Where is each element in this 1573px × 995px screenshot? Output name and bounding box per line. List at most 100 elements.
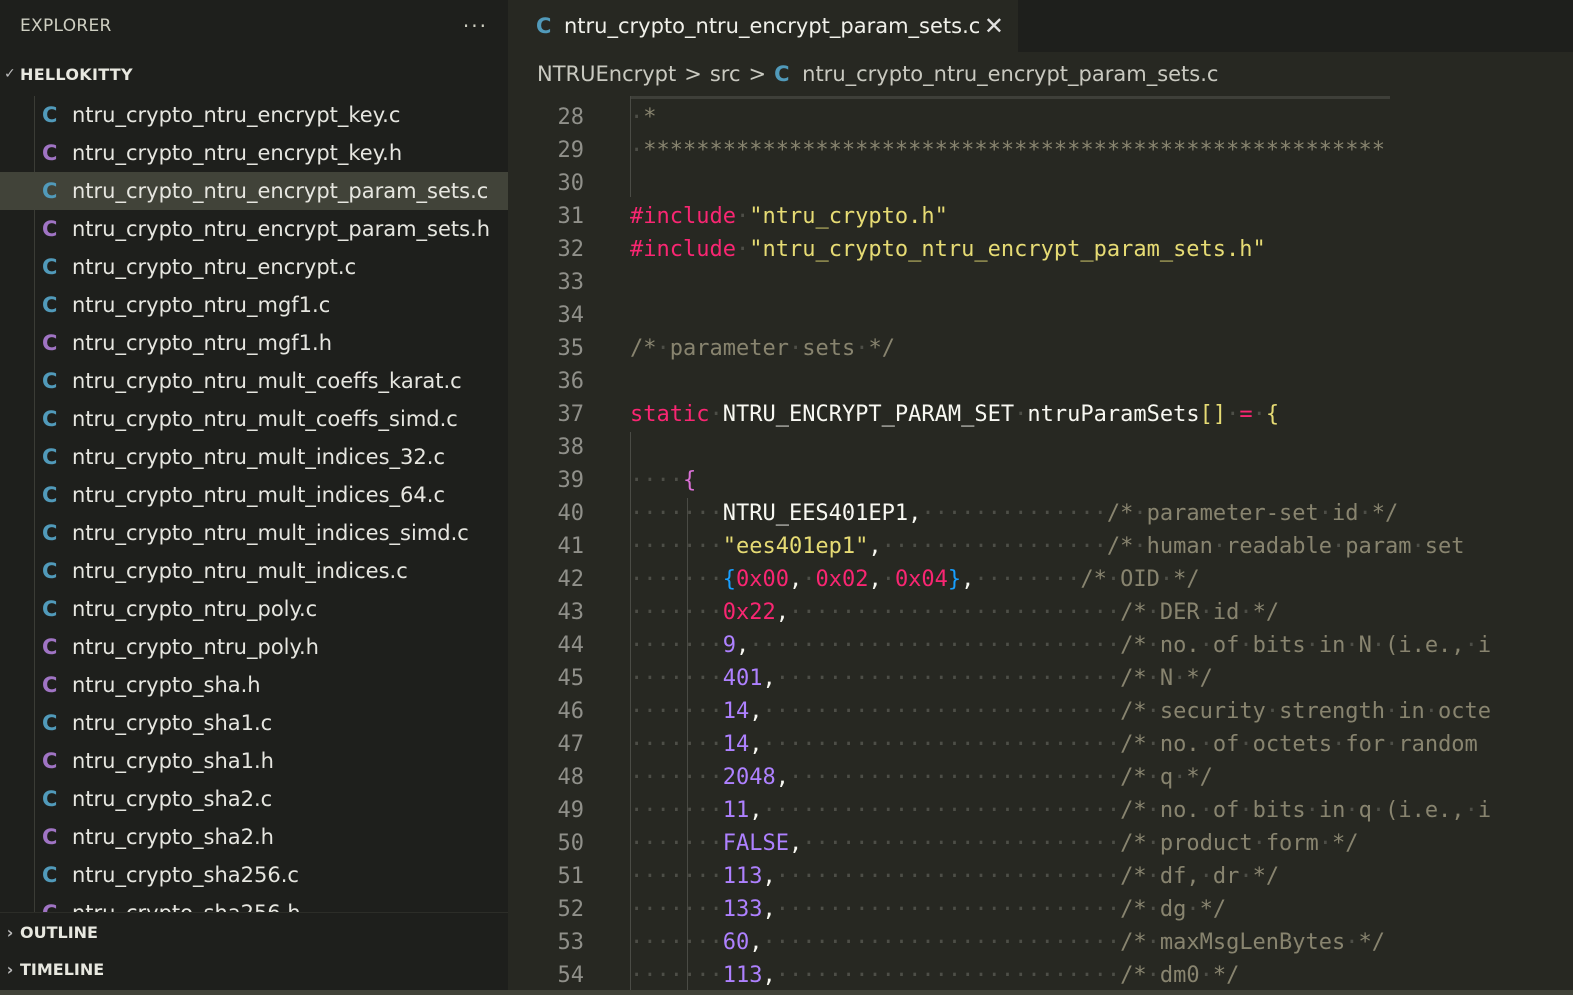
file-item[interactable]: Cntru_crypto_sha256.c <box>0 856 508 894</box>
breadcrumb-item-file[interactable]: ntru_crypto_ntru_encrypt_param_sets.c <box>802 62 1218 86</box>
file-item[interactable]: Cntru_crypto_sha.h <box>0 666 508 704</box>
code-line[interactable]: 37 static·NTRU_ENCRYPT_PARAM_SET·ntruPara… <box>508 398 1573 431</box>
line-number: 31 <box>557 204 585 229</box>
file-item[interactable]: Cntru_crypto_sha1.h <box>0 742 508 780</box>
code-line[interactable]: 47 ·······14,···························/… <box>508 728 1573 761</box>
file-item[interactable]: Cntru_crypto_ntru_encrypt_param_sets.h <box>0 210 508 248</box>
code-token: OID <box>1120 567 1160 592</box>
code-token: , <box>735 633 750 658</box>
line-number: 35 <box>557 336 585 361</box>
c-file-icon: C <box>42 445 58 469</box>
timeline-section[interactable]: › TIMELINE <box>0 950 508 988</box>
code-token: */ <box>1358 930 1386 955</box>
code-line[interactable]: 32 #include·"ntru_crypto_ntru_encrypt_par… <box>508 233 1573 266</box>
workspace-section-header[interactable]: ✓ HELLOKITTY <box>0 52 508 96</box>
code-token: /* <box>1080 567 1107 592</box>
file-item[interactable]: Cntru_crypto_ntru_poly.c <box>0 590 508 628</box>
code-token: DER <box>1159 600 1200 625</box>
code-line[interactable]: 28 ·* <box>508 101 1573 134</box>
code-token: NTRU_EES401EP1, <box>722 501 922 526</box>
code-token: ······· <box>630 765 723 790</box>
code-line[interactable]: 36 <box>508 365 1573 398</box>
file-item[interactable]: Cntru_crypto_ntru_mgf1.h <box>0 324 508 362</box>
explorer-sidebar: EXPLORER ··· ✓ HELLOKITTY Cntru_crypto_n… <box>0 0 508 990</box>
code-text: static·NTRU_ENCRYPT_PARAM_SET·ntruParamS… <box>630 398 1279 431</box>
code-token: /* <box>1106 534 1134 559</box>
file-item[interactable]: Cntru_crypto_ntru_mult_coeffs_karat.c <box>0 362 508 400</box>
code-line[interactable]: 50 ·······FALSE,························/… <box>508 827 1573 860</box>
code-token: · <box>1252 831 1266 856</box>
code-token: · <box>1146 765 1160 790</box>
file-item[interactable]: Cntru_crypto_ntru_encrypt_key.h <box>0 134 508 172</box>
code-line[interactable]: 38 <box>508 431 1573 464</box>
code-token: · <box>1014 402 1028 427</box>
code-line[interactable]: 44 ·······9,····························/… <box>508 629 1573 662</box>
code-token: · <box>1146 798 1160 823</box>
file-item[interactable]: Cntru_crypto_ntru_encrypt.c <box>0 248 508 286</box>
code-token: , <box>788 831 803 856</box>
code-token: /* <box>1120 930 1147 955</box>
tab-label: ntru_crypto_ntru_encrypt_param_sets.c <box>564 14 981 38</box>
file-item[interactable]: Cntru_crypto_sha256.h <box>0 894 508 912</box>
code-line[interactable]: 51 ·······113,··························/… <box>508 860 1573 893</box>
code-line[interactable]: 29 ·*************************************… <box>508 134 1573 167</box>
code-token: ·························· <box>775 666 1121 691</box>
code-line[interactable]: 49 ·······11,···························/… <box>508 794 1573 827</box>
code-line[interactable]: 42 ·······{0x00,·0x02,·0x04},········/*·O… <box>508 563 1573 596</box>
code-line[interactable]: 35 /*·parameter·sets·*/ <box>508 332 1573 365</box>
breadcrumb-item-ntruencrypt[interactable]: NTRUEncrypt <box>537 62 676 86</box>
outline-section[interactable]: › OUTLINE <box>0 912 508 951</box>
code-line[interactable]: 40 ·······NTRU_EES401EP1,··············/*… <box>508 497 1573 530</box>
code-token: { <box>1265 402 1280 427</box>
code-editor[interactable]: 28 ·* 29 ·*********************************… <box>508 96 1573 990</box>
file-item[interactable]: Cntru_crypto_ntru_mult_indices.c <box>0 552 508 590</box>
code-line[interactable]: 54 ·······113,··························/… <box>508 959 1573 990</box>
code-text: /*·parameter·sets·*/ <box>630 332 895 365</box>
file-item[interactable]: Cntru_crypto_sha2.h <box>0 818 508 856</box>
close-icon[interactable]: ✕ <box>984 12 1004 40</box>
file-name: ntru_crypto_sha256.c <box>72 863 299 887</box>
code-token: ······· <box>630 534 723 559</box>
code-text: ·······NTRU_EES401EP1,··············/*·p… <box>630 497 1398 530</box>
file-item[interactable]: Cntru_crypto_sha1.c <box>0 704 508 742</box>
code-line[interactable]: 34 <box>508 299 1573 332</box>
code-token: · <box>1146 732 1160 757</box>
code-token: id <box>1212 600 1240 625</box>
breadcrumb-item-src[interactable]: src <box>710 62 741 86</box>
code-line[interactable]: 30 <box>508 167 1573 200</box>
line-number: 46 <box>557 699 585 724</box>
file-item[interactable]: Cntru_crypto_sha2.c <box>0 780 508 818</box>
code-line[interactable]: 39 ····{ <box>508 464 1573 497</box>
code-token: ······· <box>630 798 723 823</box>
code-line[interactable]: 48 ·······2048,·························/… <box>508 761 1573 794</box>
code-token: bits <box>1252 633 1306 658</box>
code-line[interactable]: 31 #include·"ntru_crypto.h" <box>508 200 1573 233</box>
line-number: 50 <box>557 831 585 856</box>
file-name: ntru_crypto_ntru_poly.c <box>72 597 318 621</box>
tab-param-sets-c[interactable]: C ntru_crypto_ntru_encrypt_param_sets.c … <box>508 0 1018 52</box>
code-text: #include·"ntru_crypto.h" <box>630 200 948 233</box>
c-file-icon: C <box>42 103 58 127</box>
file-item[interactable]: Cntru_crypto_ntru_mult_indices_simd.c <box>0 514 508 552</box>
code-token: · <box>1345 798 1359 823</box>
code-token: · <box>1358 501 1372 526</box>
file-item[interactable]: Cntru_crypto_ntru_mult_indices_32.c <box>0 438 508 476</box>
code-line[interactable]: 52 ·······133,··························/… <box>508 893 1573 926</box>
file-item[interactable]: Cntru_crypto_ntru_mgf1.c <box>0 286 508 324</box>
code-token: ······· <box>630 963 723 988</box>
code-token: /* <box>1120 897 1147 922</box>
more-actions-icon[interactable]: ··· <box>463 14 488 38</box>
file-item[interactable]: Cntru_crypto_ntru_mult_indices_64.c <box>0 476 508 514</box>
code-line[interactable]: 46 ·······14,···························/… <box>508 695 1573 728</box>
file-item[interactable]: Cntru_crypto_ntru_poly.h <box>0 628 508 666</box>
code-token: = <box>1239 402 1253 427</box>
file-item[interactable]: Cntru_crypto_ntru_mult_coeffs_simd.c <box>0 400 508 438</box>
code-token: · <box>1239 600 1253 625</box>
code-line[interactable]: 43 ·······0x22,·························/… <box>508 596 1573 629</box>
code-line[interactable]: 41 ·······"ees401ep1",·················/*… <box>508 530 1573 563</box>
code-line[interactable]: 53 ·······60,···························/… <box>508 926 1573 959</box>
file-item[interactable]: Cntru_crypto_ntru_encrypt_param_sets.c <box>0 172 508 210</box>
code-line[interactable]: 33 <box>508 266 1573 299</box>
code-line[interactable]: 45 ·······401,··························/… <box>508 662 1573 695</box>
file-item[interactable]: Cntru_crypto_ntru_encrypt_key.c <box>0 96 508 134</box>
